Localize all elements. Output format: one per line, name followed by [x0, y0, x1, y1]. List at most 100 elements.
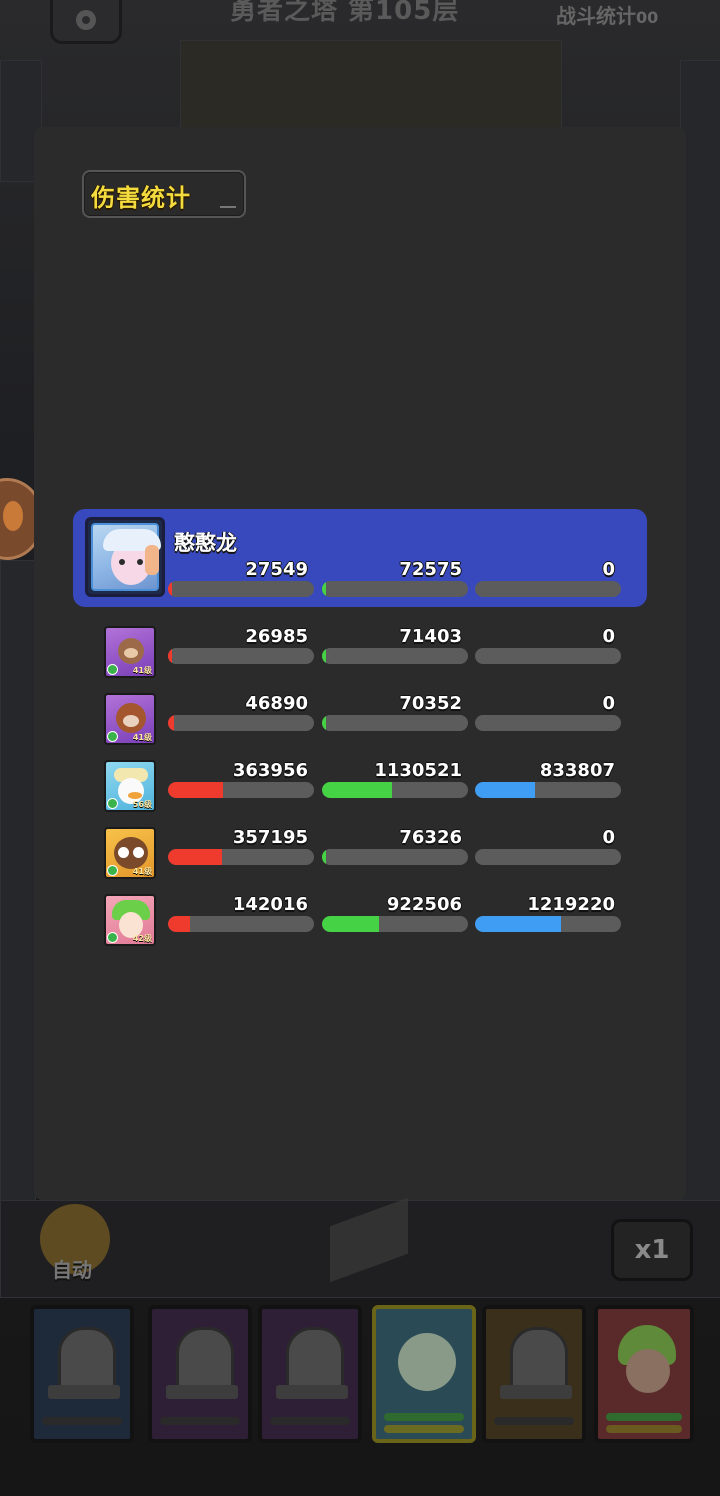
background-wall-left: [0, 560, 36, 1202]
hero-row[interactable]: 56级 363956 1130521 833807: [34, 760, 686, 816]
damage-taken-bar: [322, 849, 468, 865]
hero-level: 41级: [132, 867, 152, 876]
damage-taken-value: 72575: [399, 559, 462, 580]
panel-title: 伤害统计: [91, 184, 191, 212]
damage-dealt-value: 363956: [232, 760, 308, 781]
hero-level: 56级: [132, 800, 152, 809]
element-badge: [107, 865, 118, 876]
battle-stats-suffix: 00: [636, 8, 659, 27]
damage-dealt-fill: [168, 849, 223, 865]
damage-dealt-stat: 46890: [168, 693, 314, 733]
auto-battle-label: 自动: [52, 1258, 92, 1282]
damage-dealt-bar: [168, 648, 314, 664]
damage-taken-fill: [322, 715, 327, 731]
healing-fill: [475, 916, 562, 932]
damage-taken-bar: [322, 581, 468, 597]
damage-taken-fill: [322, 849, 327, 865]
hero-row[interactable]: 41级 26985 71403 0: [34, 626, 686, 682]
damage-taken-value: 70352: [399, 693, 462, 714]
hero-energy-bar: [606, 1425, 682, 1433]
damage-dealt-stat: 26985: [168, 626, 314, 666]
hero-avatar: 41级: [104, 693, 156, 745]
hero-avatar: 41级: [104, 827, 156, 879]
damage-taken-bar: [322, 916, 468, 932]
hero-card[interactable]: [482, 1305, 586, 1443]
hero-hp-bar: [42, 1417, 122, 1425]
hero-card[interactable]: [258, 1305, 362, 1443]
damage-dealt-value: 142016: [232, 894, 308, 915]
damage-dealt-value: 27549: [245, 559, 308, 580]
settings-button[interactable]: [50, 0, 122, 44]
damage-dealt-value: 26985: [245, 626, 308, 647]
damage-dealt-bar: [168, 581, 314, 597]
hero-face: [626, 1349, 670, 1393]
hero-name: 憨憨龙: [174, 531, 237, 555]
healing-value: 0: [602, 626, 615, 647]
battle-stats-button[interactable]: 战斗统计00: [556, 0, 658, 29]
hero-level: 41级: [132, 666, 152, 675]
damage-dealt-fill: [168, 916, 190, 932]
hero-portrait: [398, 1333, 456, 1391]
hero-avatar: 42级: [104, 894, 156, 946]
healing-value: 0: [602, 559, 615, 580]
hero-hp-bar: [270, 1417, 350, 1425]
hero-card[interactable]: [594, 1305, 694, 1443]
damage-taken-value: 71403: [399, 626, 462, 647]
side-skill-icon: [3, 501, 23, 531]
gear-icon: [76, 10, 96, 30]
element-badge: [107, 798, 118, 809]
hero-hp-bar: [494, 1417, 574, 1425]
background-wall-right: [680, 60, 720, 1202]
element-badge: [107, 932, 118, 943]
hero-row[interactable]: 41级 46890 70352 0: [34, 693, 686, 749]
healing-stat: 0: [475, 827, 621, 867]
damage-dealt-bar: [168, 782, 314, 798]
damage-dealt-value: 357195: [232, 827, 308, 848]
damage-dealt-fill: [168, 648, 173, 664]
healing-stat: 0: [475, 559, 621, 599]
hero-energy-bar: [384, 1425, 464, 1433]
damage-dealt-fill: [168, 715, 174, 731]
damage-dealt-bar: [168, 849, 314, 865]
damage-dealt-stat: 27549: [168, 559, 314, 599]
stage-title: 勇者之塔 第105层: [230, 0, 460, 26]
damage-dealt-value: 46890: [245, 693, 308, 714]
damage-taken-bar: [322, 648, 468, 664]
damage-dealt-bar: [168, 715, 314, 731]
damage-taken-bar: [322, 715, 468, 731]
hero-hp-bar: [606, 1413, 682, 1421]
hero-card[interactable]: [148, 1305, 252, 1443]
hero-row-highlighted[interactable]: 憨憨龙 27549 72575 0: [73, 509, 647, 607]
healing-value: 1219220: [527, 894, 615, 915]
auto-battle-button[interactable]: 自动: [34, 1200, 118, 1282]
damage-taken-bar: [322, 782, 468, 798]
hero-row[interactable]: 41级 357195 76326 0: [34, 827, 686, 883]
damage-dealt-stat: 363956: [168, 760, 314, 800]
speed-button[interactable]: x1: [611, 1219, 693, 1281]
healing-value: 0: [602, 693, 615, 714]
damage-taken-fill: [322, 581, 327, 597]
healing-bar: [475, 849, 621, 865]
damage-taken-stat: 71403: [322, 626, 468, 666]
background-gate: [180, 40, 562, 132]
damage-dealt-fill: [168, 782, 224, 798]
damage-taken-stat: 1130521: [322, 760, 468, 800]
damage-taken-fill: [322, 782, 393, 798]
hero-card[interactable]: [30, 1305, 134, 1443]
hero-card[interactable]: [372, 1305, 476, 1443]
hero-avatar: 56级: [104, 760, 156, 812]
healing-bar: [475, 648, 621, 664]
panel-title-tag: 伤害统计: [82, 170, 246, 218]
hero-hp-bar: [384, 1413, 464, 1421]
speed-label: x1: [634, 1235, 670, 1265]
damage-taken-fill: [322, 916, 379, 932]
hero-row[interactable]: 42级 142016 922506 1219220: [34, 894, 686, 950]
damage-taken-stat: 922506: [322, 894, 468, 934]
damage-taken-stat: 76326: [322, 827, 468, 867]
healing-value: 0: [602, 827, 615, 848]
hero-hp-bar: [160, 1417, 240, 1425]
damage-taken-value: 922506: [386, 894, 462, 915]
damage-taken-fill: [322, 648, 327, 664]
hero-level: 41级: [132, 733, 152, 742]
damage-taken-value: 76326: [399, 827, 462, 848]
